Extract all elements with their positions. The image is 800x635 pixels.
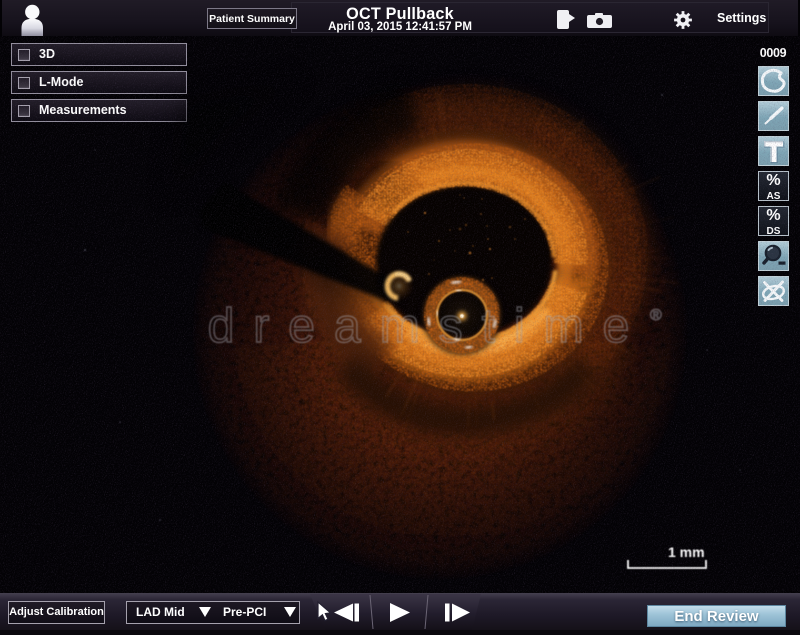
svg-text:1 mm: 1 mm [668, 544, 705, 560]
svg-text:®: ® [650, 307, 662, 324]
svg-text:dreamstime: dreamstime [208, 300, 649, 353]
